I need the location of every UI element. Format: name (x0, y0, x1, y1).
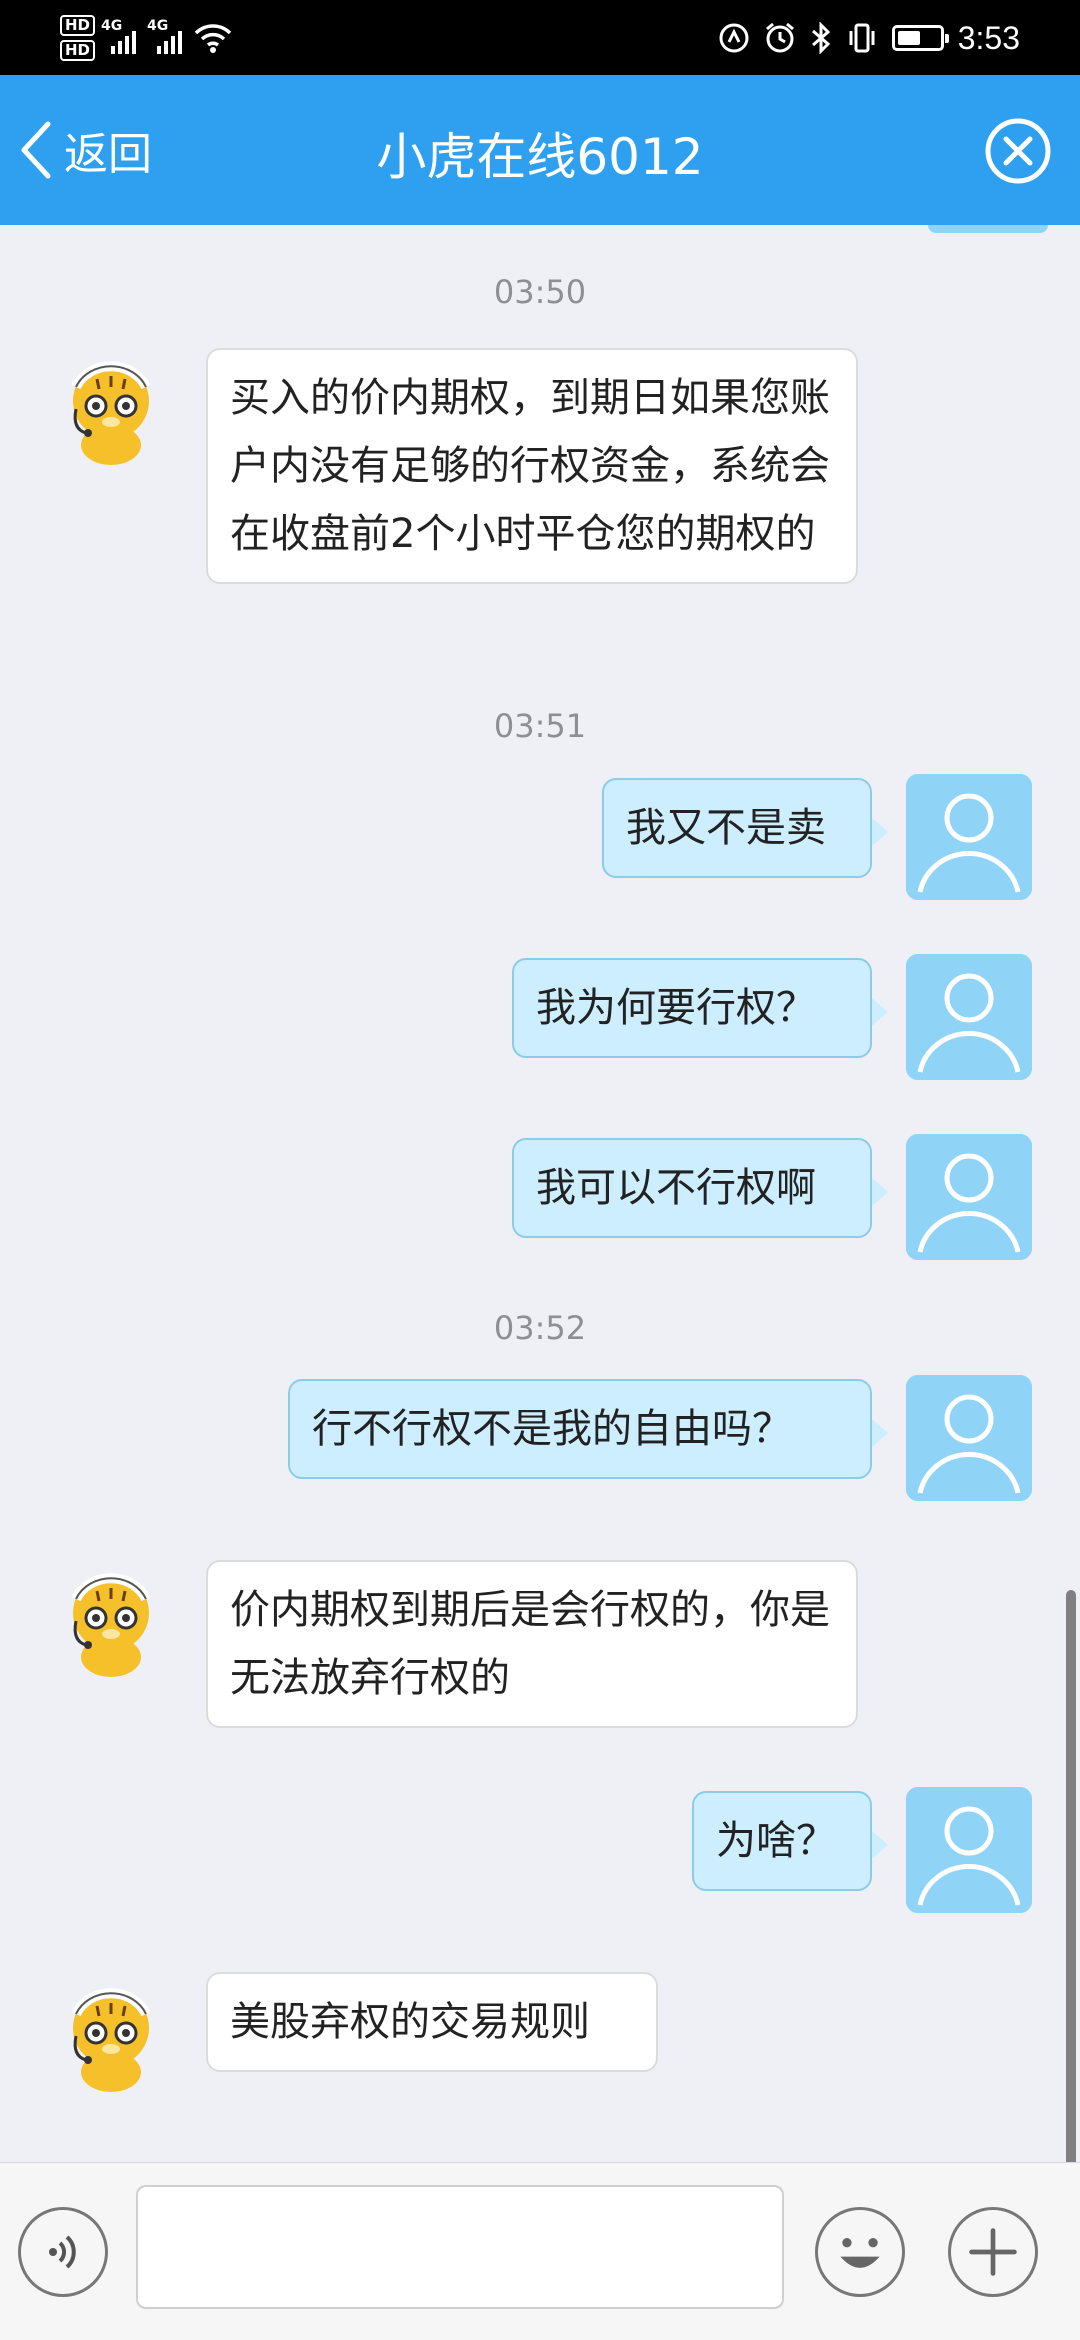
agent-avatar[interactable] (52, 349, 170, 467)
input-bar (0, 2162, 1080, 2340)
user-avatar[interactable] (906, 1787, 1032, 1913)
agent-message: 价内期权到期后是会行权的，你是无法放弃行权的 (206, 1560, 858, 1728)
signal-icon-2: 4G (147, 18, 187, 58)
data-saver-icon (719, 23, 749, 53)
user-message: 行不行权不是我的自由吗？ (288, 1379, 872, 1479)
user-avatar[interactable] (906, 954, 1032, 1080)
status-bar: HD HD 4G 4G 3:53 (0, 0, 1080, 75)
user-message: 我又不是卖 (602, 778, 872, 878)
battery-icon (891, 25, 949, 51)
bluetooth-icon (811, 22, 830, 54)
bubble-tail (872, 998, 888, 1026)
emoji-icon[interactable] (815, 2207, 905, 2297)
timestamp: 03:50 (493, 273, 587, 311)
close-icon[interactable] (984, 117, 1052, 185)
plus-icon[interactable] (948, 2207, 1038, 2297)
status-left: HD HD 4G 4G (60, 8, 233, 68)
status-right: 3:53 (718, 8, 1020, 68)
bubble-tail (872, 1831, 888, 1859)
title-bar: 返回 小虎在线6012 (0, 75, 1080, 225)
scrollbar[interactable] (1066, 1590, 1076, 2162)
status-time: 3:53 (957, 19, 1020, 56)
voice-icon (49, 2235, 76, 2269)
message-input[interactable] (136, 2185, 784, 2309)
user-message: 我为何要行权？ (512, 958, 872, 1058)
voice-button[interactable] (18, 2207, 108, 2297)
agent-avatar[interactable] (52, 1561, 170, 1679)
alarm-icon (765, 22, 794, 53)
wifi-icon (194, 24, 232, 53)
chat-area[interactable]: 03:50 买入的价内期权，到期日如果您账户内没有足够的行权资金，系统会在收盘前… (0, 225, 1080, 2162)
signal-icon-1: 4G (101, 18, 141, 58)
user-avatar[interactable] (906, 774, 1032, 900)
user-message: 为啥？ (692, 1791, 872, 1891)
hd-badge-2: HD (60, 40, 96, 61)
agent-message: 美股弃权的交易规则 (206, 1972, 658, 2072)
bubble-tail (872, 1178, 888, 1206)
agent-avatar[interactable] (52, 1976, 170, 2094)
user-avatar[interactable] (906, 1375, 1032, 1501)
agent-message: 买入的价内期权，到期日如果您账户内没有足够的行权资金，系统会在收盘前2个小时平仓… (206, 348, 858, 584)
timestamp: 03:51 (493, 707, 587, 745)
page-title: 小虎在线6012 (376, 128, 704, 186)
vibrate-icon (849, 23, 875, 53)
timestamp: 03:52 (493, 1309, 587, 1347)
user-avatar[interactable] (906, 1134, 1032, 1260)
hd-badge-1: HD (60, 15, 96, 36)
bubble-tail (872, 1419, 888, 1447)
bubble-tail (872, 818, 888, 846)
previous-user-avatar-edge (928, 225, 1048, 233)
user-message: 我可以不行权啊 (512, 1138, 872, 1238)
